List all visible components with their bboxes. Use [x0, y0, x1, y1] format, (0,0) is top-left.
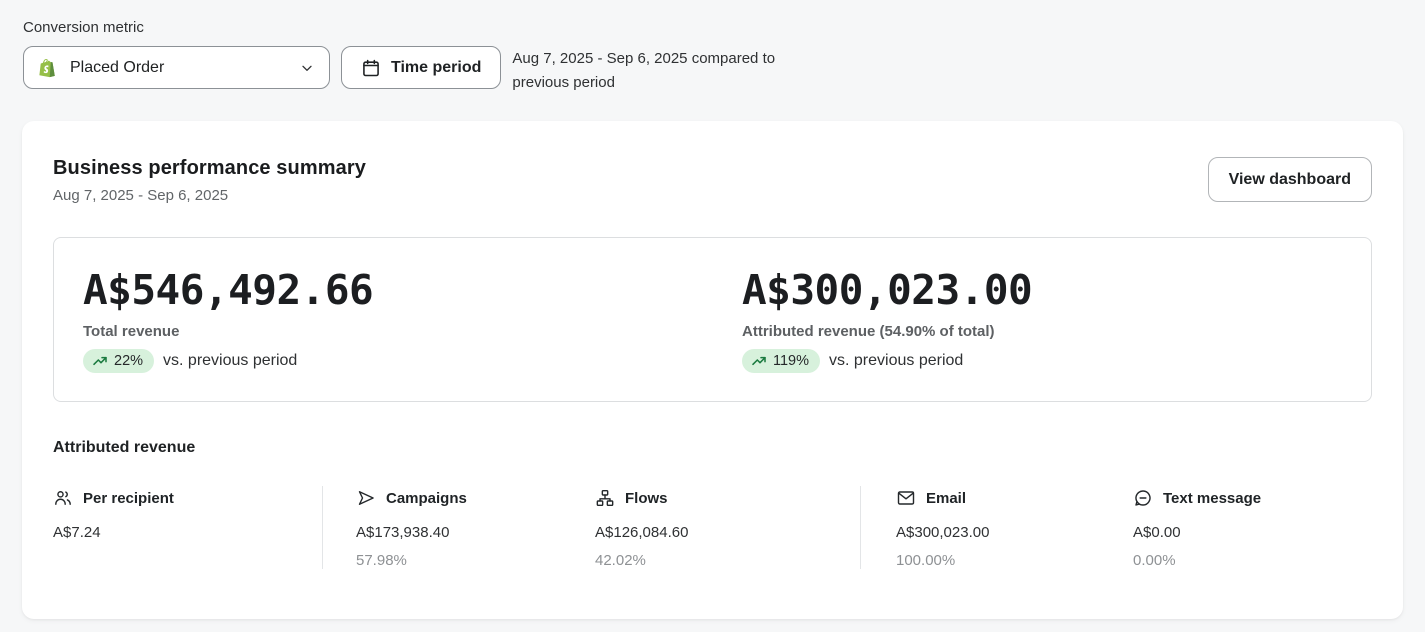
per-recipient-value: A$7.24 — [53, 524, 101, 542]
shopify-icon — [37, 57, 59, 79]
attributed-revenue-breakdown: Per recipient A$7.24 Campaigns A$173,938… — [53, 486, 1372, 570]
trend-up-icon — [92, 353, 108, 369]
email-label: Email — [926, 489, 967, 507]
conversion-metric-label: Conversion metric — [23, 19, 144, 36]
attributed-revenue-change-value: 119% — [773, 353, 810, 370]
card-date-range: Aug 7, 2025 - Sep 6, 2025 — [53, 187, 229, 205]
conversion-metric-controls: Conversion metric Placed Order Time peri… — [0, 0, 1425, 94]
per-recipient-label: Per recipient — [83, 489, 174, 507]
view-dashboard-button[interactable]: View dashboard — [1207, 157, 1372, 203]
attributed-col-email: Email A$300,023.00 100.00% — [860, 486, 1133, 570]
campaigns-label: Campaigns — [386, 489, 467, 507]
attributed-revenue-value: A$300,023.00 — [742, 266, 1033, 315]
attributed-col-per-recipient: Per recipient A$7.24 — [53, 486, 322, 569]
total-revenue-value: A$546,492.66 — [83, 266, 374, 315]
attributed-col-flows: Flows A$126,084.60 42.02% — [595, 486, 860, 570]
card-title: Business performance summary — [53, 157, 366, 180]
email-icon — [896, 488, 916, 508]
revenue-metrics-box: A$546,492.66 Total revenue 22% vs. previ… — [53, 237, 1372, 403]
attributed-revenue-label: Attributed revenue (54.90% of total) — [742, 323, 995, 341]
attributed-revenue-vs-text: vs. previous period — [829, 352, 964, 370]
attributed-col-text-message: Text message A$0.00 0.00% — [1133, 486, 1372, 570]
campaigns-percent: 57.98% — [356, 552, 407, 570]
attributed-revenue-metric: A$300,023.00 Attributed revenue (54.90% … — [742, 266, 1342, 374]
text-message-label: Text message — [1163, 489, 1262, 507]
email-percent: 100.00% — [896, 552, 956, 570]
text-message-value: A$0.00 — [1133, 524, 1181, 542]
conversion-metric-value: Placed Order — [70, 58, 165, 76]
attributed-revenue-change-badge: 119% — [742, 349, 821, 374]
business-performance-card: Business performance summary Aug 7, 2025… — [22, 121, 1403, 620]
calendar-icon — [361, 58, 381, 78]
flows-value: A$126,084.60 — [595, 524, 689, 542]
text-message-percent: 0.00% — [1133, 552, 1176, 570]
campaigns-value: A$173,938.40 — [356, 524, 450, 542]
conversion-metric-dropdown[interactable]: Placed Order — [23, 46, 330, 89]
flow-icon — [595, 488, 615, 508]
total-revenue-change-value: 22% — [114, 353, 144, 370]
total-revenue-vs-text: vs. previous period — [163, 352, 298, 370]
time-period-label: Time period — [391, 58, 482, 76]
attributed-col-campaigns: Campaigns A$173,938.40 57.98% — [322, 486, 595, 570]
date-range-comparison-text: Aug 7, 2025 - Sep 6, 2025 compared to pr… — [512, 50, 776, 91]
trend-up-icon — [751, 353, 767, 369]
attributed-revenue-heading: Attributed revenue — [53, 439, 196, 457]
flows-percent: 42.02% — [595, 552, 646, 570]
message-icon — [1133, 488, 1153, 508]
email-value: A$300,023.00 — [896, 524, 990, 542]
flows-label: Flows — [625, 489, 668, 507]
chevron-down-icon — [299, 60, 315, 76]
time-period-button[interactable]: Time period — [341, 46, 502, 89]
people-icon — [53, 488, 73, 508]
total-revenue-metric: A$546,492.66 Total revenue 22% vs. previ… — [83, 266, 742, 374]
total-revenue-change-badge: 22% — [83, 349, 155, 374]
total-revenue-label: Total revenue — [83, 323, 180, 341]
send-icon — [356, 488, 376, 508]
